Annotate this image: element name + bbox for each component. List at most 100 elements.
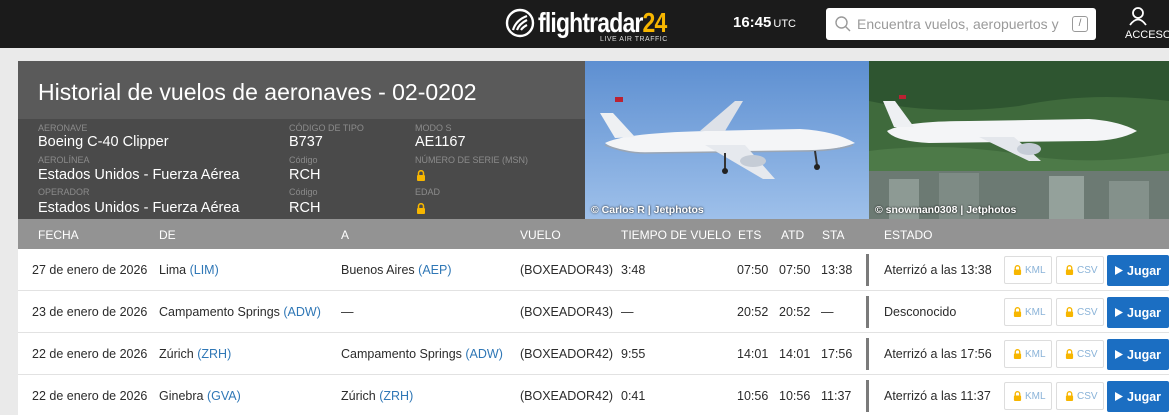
aircraft-photo-1[interactable]: © Carlos R | Jetphotos [585, 61, 869, 219]
cell-sta: 17:56 [821, 347, 853, 361]
play-icon [1115, 266, 1123, 275]
col-header-date: FECHA [38, 228, 79, 242]
play-button[interactable]: Jugar [1107, 255, 1169, 286]
kml-label: KML [1025, 349, 1046, 360]
lock-icon [1065, 265, 1074, 275]
kml-download-button[interactable]: KML [1004, 256, 1052, 284]
airline-label: AEROLÍNEA [38, 155, 90, 165]
search-input[interactable] [857, 8, 1067, 40]
from-airport-link[interactable]: (LIM) [190, 263, 219, 277]
lock-icon[interactable] [416, 170, 426, 181]
cell-status: Aterrizó a las 13:38 [884, 263, 992, 277]
logo-wordmark: flightradar24 [538, 7, 667, 38]
play-button[interactable]: Jugar [1107, 339, 1169, 370]
operator-value: Estados Unidos - Fuerza Aérea [38, 200, 240, 216]
csv-download-button[interactable]: CSV [1056, 340, 1104, 368]
lock-icon [1065, 391, 1074, 401]
cell-flight[interactable]: (BOXEADOR42) [520, 389, 613, 403]
play-icon [1115, 308, 1123, 317]
play-label: Jugar [1127, 264, 1162, 278]
csv-label: CSV [1077, 391, 1098, 402]
table-row[interactable]: 22 de enero de 2026 Ginebra (GVA) Zúrich… [18, 375, 1169, 415]
from-airport-link[interactable]: (ADW) [283, 305, 321, 319]
lock-icon [1065, 307, 1074, 317]
play-icon [1115, 392, 1123, 401]
kml-label: KML [1025, 265, 1046, 276]
to-airport-link[interactable]: (ADW) [465, 347, 503, 361]
airline-value: Estados Unidos - Fuerza Aérea [38, 167, 240, 183]
cell-atd: 14:01 [779, 347, 811, 361]
aircraft-photo-2[interactable]: © snowman0308 | Jetphotos [869, 61, 1169, 219]
cell-to: Zúrich (ZRH) [341, 389, 414, 403]
kml-download-button[interactable]: KML [1004, 340, 1052, 368]
cell-to: Buenos Aires (AEP) [341, 263, 452, 277]
col-header-sta: STA [822, 228, 845, 242]
user-icon [1129, 7, 1147, 26]
csv-label: CSV [1077, 265, 1098, 276]
kml-download-button[interactable]: KML [1004, 382, 1052, 410]
cell-to: Campamento Springs (ADW) [341, 347, 503, 361]
aircraft-label: AERONAVE [38, 123, 88, 133]
lock-icon[interactable] [416, 203, 426, 214]
to-airport-link[interactable]: (AEP) [418, 263, 451, 277]
cell-ets: 14:01 [737, 347, 769, 361]
play-label: Jugar [1127, 306, 1162, 320]
cell-date: 22 de enero de 2026 [32, 347, 148, 361]
clock-timezone: UTC [773, 18, 796, 30]
cell-flight-time: 3:48 [621, 263, 646, 277]
msn-label: NÚMERO DE SERIE (MSN) [415, 155, 529, 165]
aircraft-value: Boeing C-40 Clipper [38, 134, 169, 150]
lock-icon [1013, 349, 1022, 359]
col-header-from: DE [159, 228, 176, 242]
kml-download-button[interactable]: KML [1004, 298, 1052, 326]
csv-download-button[interactable]: CSV [1056, 298, 1104, 326]
status-divider [866, 380, 869, 412]
lock-icon [1013, 307, 1022, 317]
status-divider [866, 254, 869, 286]
type-code-label: CÓDIGO DE TIPO [289, 123, 364, 133]
play-button[interactable]: Jugar [1107, 297, 1169, 328]
table-row[interactable]: 27 de enero de 2026 Lima (LIM) Buenos Ai… [18, 249, 1169, 291]
table-row[interactable]: 23 de enero de 2026 Campamento Springs (… [18, 291, 1169, 333]
airline-code-label: Código [289, 155, 318, 165]
cell-date: 27 de enero de 2026 [32, 263, 148, 277]
play-icon [1115, 350, 1123, 359]
lock-icon [1065, 349, 1074, 359]
lock-icon [1013, 391, 1022, 401]
from-airport-link[interactable]: (GVA) [207, 389, 241, 403]
login-button[interactable]: ACCESO [1118, 4, 1169, 44]
search-icon [835, 16, 851, 32]
table-row[interactable]: 22 de enero de 2026 Zúrich (ZRH) Campame… [18, 333, 1169, 375]
csv-download-button[interactable]: CSV [1056, 256, 1104, 284]
cell-from: Ginebra (GVA) [159, 389, 241, 403]
from-airport-link[interactable]: (ZRH) [197, 347, 231, 361]
kml-label: KML [1025, 307, 1046, 318]
cell-from: Lima (LIM) [159, 263, 219, 277]
aircraft-header: Historial de vuelos de aeronaves - 02-02… [18, 61, 1169, 219]
type-code-value: B737 [289, 134, 323, 150]
cell-flight[interactable]: (BOXEADOR43) [520, 263, 613, 277]
to-airport-link[interactable]: (ZRH) [379, 389, 413, 403]
cell-status: Aterrizó a las 11:37 [884, 389, 991, 403]
cell-flight[interactable]: (BOXEADOR43) [520, 305, 613, 319]
search-shortcut-key: / [1072, 16, 1088, 32]
page-title: Historial de vuelos de aeronaves - 02-02… [38, 79, 477, 105]
age-label: EDAD [415, 187, 441, 197]
search-box[interactable]: / [826, 8, 1096, 40]
csv-label: CSV [1077, 349, 1098, 360]
cell-flight-time: 0:41 [621, 389, 646, 403]
mode-s-value: AE1167 [415, 134, 466, 150]
status-divider [866, 338, 869, 370]
col-header-flight-time: TIEMPO DE VUELO [621, 228, 732, 242]
cell-flight[interactable]: (BOXEADOR42) [520, 347, 613, 361]
col-header-atd: ATD [781, 228, 805, 242]
photo-credit[interactable]: © Carlos R | Jetphotos [591, 204, 704, 216]
lock-icon [1013, 265, 1022, 275]
cell-from: Campamento Springs (ADW) [159, 305, 321, 319]
csv-download-button[interactable]: CSV [1056, 382, 1104, 410]
play-button[interactable]: Jugar [1107, 381, 1169, 412]
photo-credit[interactable]: © snowman0308 | Jetphotos [875, 204, 1016, 216]
cell-ets: 07:50 [737, 263, 769, 277]
aircraft-photo-image [869, 61, 1169, 219]
flight-history-table-header: FECHA DE A VUELO TIEMPO DE VUELO ETS ATD… [18, 219, 1169, 249]
